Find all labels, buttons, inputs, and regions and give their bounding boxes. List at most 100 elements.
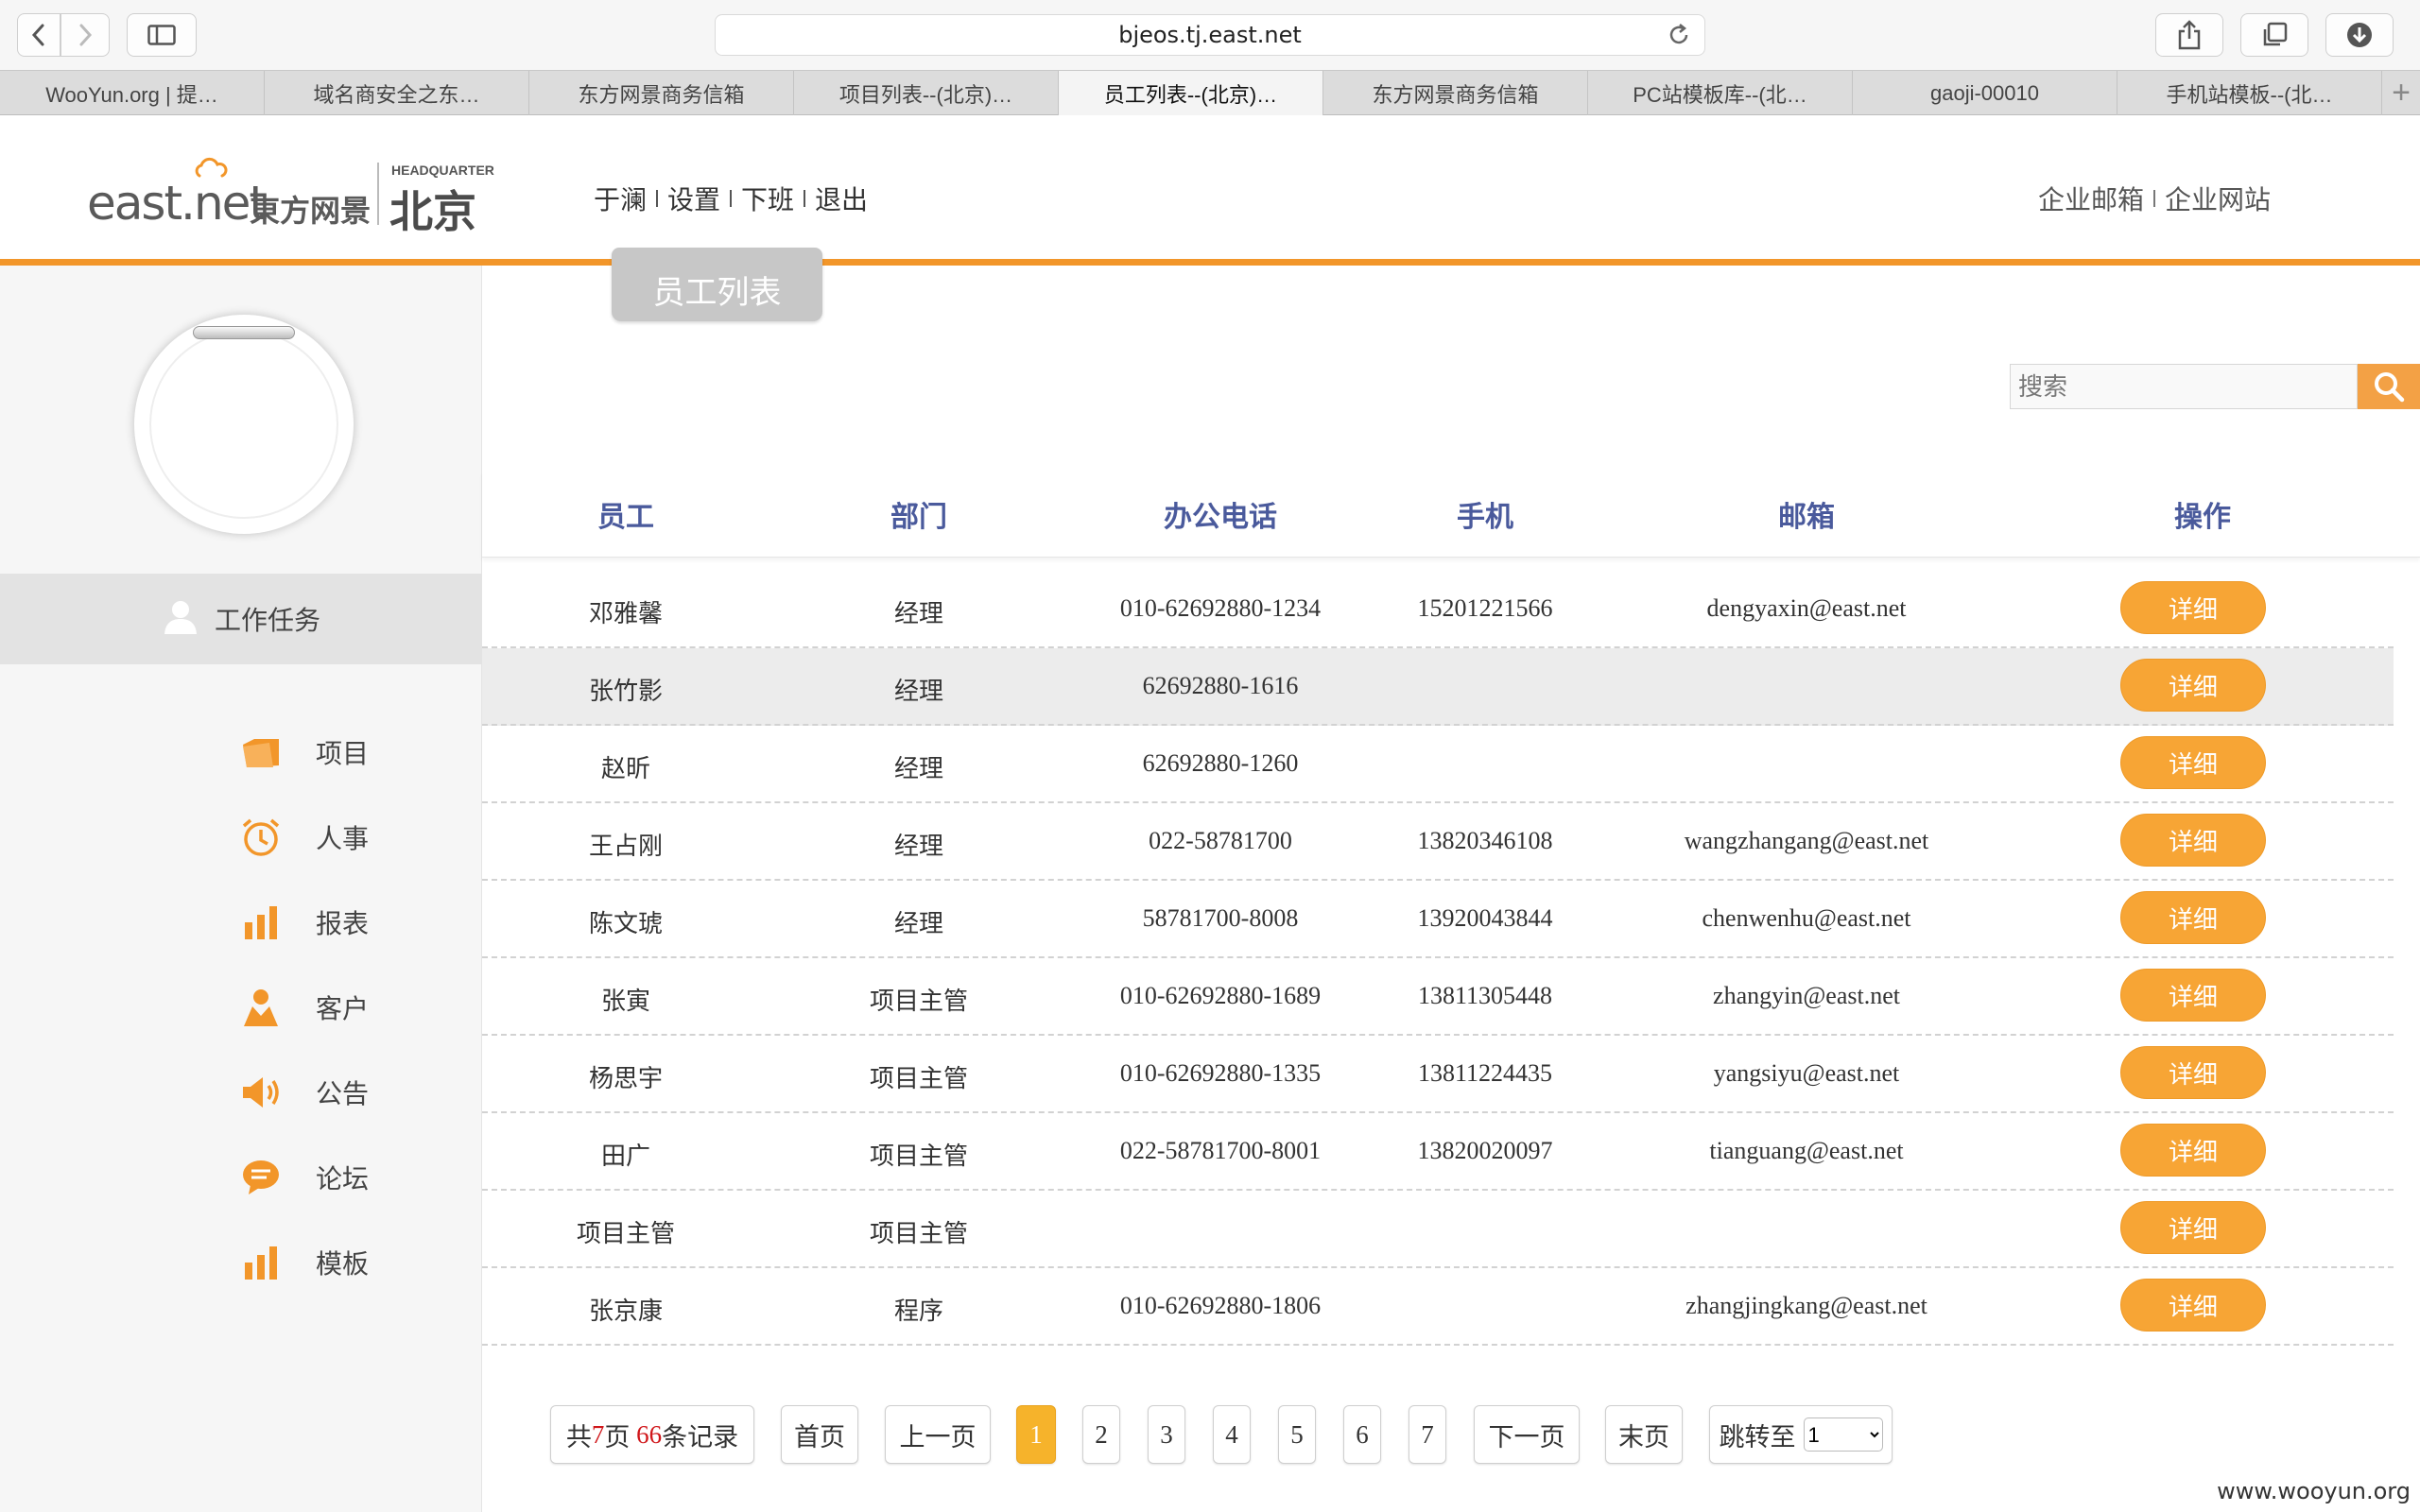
sidebar-toggle-button[interactable] [127, 13, 197, 57]
reload-icon[interactable] [1667, 23, 1691, 53]
nav-enterprise-mail[interactable]: 企业邮箱 [2029, 180, 2153, 217]
detail-button[interactable]: 详细 [2120, 659, 2266, 712]
browser-tab[interactable]: 东方网景商务信箱 [529, 71, 794, 115]
browser-tab[interactable]: gaoji-00010 [1853, 71, 2118, 115]
last-page-button[interactable]: 末页 [1605, 1405, 1683, 1464]
tabs-icon [2263, 22, 2288, 46]
nav-logout[interactable]: 退出 [805, 180, 877, 217]
cell-email: yangsiyu@east.net [1713, 1059, 1900, 1087]
cell-name: 田广 [600, 1143, 651, 1170]
detail-button[interactable]: 详细 [2120, 891, 2266, 944]
table-row[interactable]: 项目主管 项目主管 详细 [482, 1191, 2394, 1268]
tab-label: 域名商安全之东… [313, 82, 480, 107]
cell-name: 张竹影 [588, 678, 664, 705]
cell-email: zhangjingkang@east.net [1685, 1292, 1927, 1319]
cell-email: zhangyin@east.net [1713, 982, 1900, 1009]
nav-user[interactable]: 于澜 [594, 180, 656, 217]
site-logo[interactable]: east.net 東方网景 HEADQUARTER 北京 [87, 153, 494, 236]
table-row[interactable]: 赵昕 经理 62692880-1260 详细 [482, 726, 2394, 803]
browser-tab[interactable]: 项目列表--(北京)… [794, 71, 1059, 115]
page-button-4[interactable]: 4 [1213, 1405, 1251, 1464]
browser-toolbar: bjeos.tj.east.net [0, 0, 2420, 70]
search-box [2010, 364, 2420, 409]
header-accent-line [0, 259, 2420, 266]
back-button[interactable] [17, 13, 60, 57]
detail-button[interactable]: 详细 [2120, 969, 2266, 1022]
detail-button[interactable]: 详细 [2120, 1046, 2266, 1099]
search-input[interactable] [2010, 364, 2358, 409]
logo-brand: east.net [87, 176, 268, 231]
table-row[interactable]: 王占刚 经理 022-58781700 13820346108 wangzhan… [482, 803, 2394, 881]
new-tab-button[interactable]: + [2382, 71, 2420, 115]
nav-clock-out[interactable]: 下班 [732, 180, 804, 217]
detail-button[interactable]: 详细 [2120, 1201, 2266, 1254]
sidebar-item-hr[interactable]: 人事 [238, 795, 369, 880]
browser-tab[interactable]: 东方网景商务信箱 [1323, 71, 1588, 115]
cell-office-phone: 62692880-1616 [1142, 672, 1299, 699]
sidebar-item-templates[interactable]: 模板 [238, 1220, 369, 1305]
downloads-button[interactable] [2325, 13, 2394, 57]
nav-enterprise-site[interactable]: 企业网站 [2155, 180, 2271, 217]
first-page-button[interactable]: 首页 [781, 1405, 858, 1464]
table-row[interactable]: 邓雅馨 经理 010-62692880-1234 15201221566 den… [482, 571, 2394, 648]
table-row[interactable]: 张京康 程序 010-62692880-1806 zhangjingkang@e… [482, 1268, 2394, 1346]
page-jump-select[interactable]: 1 [1803, 1418, 1883, 1452]
nav-settings[interactable]: 设置 [658, 180, 730, 217]
page-button-1[interactable]: 1 [1016, 1405, 1056, 1464]
browser-tab[interactable]: WooYun.org | 提… [0, 71, 265, 115]
sidebar-item-forum[interactable]: 论坛 [238, 1135, 369, 1220]
detail-button[interactable]: 详细 [2120, 581, 2266, 634]
share-button[interactable] [2155, 13, 2223, 57]
cell-name: 张京康 [588, 1297, 664, 1325]
forward-button[interactable] [60, 13, 110, 57]
avatar[interactable] [134, 315, 354, 534]
prev-page-button[interactable]: 上一页 [885, 1405, 991, 1464]
folder-icon [238, 730, 284, 775]
site-header: east.net 東方网景 HEADQUARTER 北京 于澜 设置 下班 退出… [0, 115, 2420, 259]
sidebar-item-clients[interactable]: 客户 [238, 965, 369, 1050]
tabs-overview-button[interactable] [2240, 13, 2308, 57]
page-button-3[interactable]: 3 [1148, 1405, 1185, 1464]
page-button-5[interactable]: 5 [1278, 1405, 1316, 1464]
detail-button[interactable]: 详细 [2120, 814, 2266, 867]
sidebar-item-announcements[interactable]: 公告 [238, 1050, 369, 1135]
sidebar-item-label: 论坛 [316, 1164, 370, 1194]
chat-bubble-icon [238, 1155, 284, 1200]
cell-department: 项目主管 [869, 1143, 969, 1170]
cell-name: 项目主管 [576, 1220, 676, 1247]
cell-department: 经理 [893, 910, 944, 937]
table-row[interactable]: 田广 项目主管 022-58781700-8001 13820020097 ti… [482, 1113, 2394, 1191]
browser-tab[interactable]: 手机站模板--(北… [2118, 71, 2382, 115]
page-button-6[interactable]: 6 [1343, 1405, 1381, 1464]
browser-tab[interactable]: 域名商安全之东… [265, 71, 529, 115]
next-page-button[interactable]: 下一页 [1474, 1405, 1580, 1464]
browser-tab-active[interactable]: 员工列表--(北京)… [1059, 71, 1323, 115]
task-label: 工作任务 [214, 606, 320, 635]
sidebar-item-label: 公告 [316, 1079, 370, 1108]
detail-button[interactable]: 详细 [2120, 1279, 2266, 1332]
sidebar-item-projects[interactable]: 项目 [238, 710, 369, 795]
page-button-7[interactable]: 7 [1409, 1405, 1446, 1464]
sidebar-item-label: 项目 [316, 739, 370, 768]
tab-label: 员工列表--(北京)… [1103, 82, 1278, 107]
cell-mobile: 13920043844 [1417, 904, 1553, 932]
sidebar-task-header[interactable]: 工作任务 [0, 574, 482, 664]
sidebar-item-label: 客户 [316, 994, 370, 1023]
page-button-2[interactable]: 2 [1082, 1405, 1120, 1464]
summary-prefix: 共 [565, 1422, 592, 1452]
logo-cn: 東方网景 [250, 194, 372, 228]
table-row[interactable]: 张竹影 经理 62692880-1616 详细 [482, 648, 2394, 726]
table-row[interactable]: 杨思宇 项目主管 010-62692880-1335 13811224435 y… [482, 1036, 2394, 1113]
search-button[interactable] [2358, 364, 2420, 409]
watermark: www.wooyun.org [2217, 1478, 2411, 1504]
sidebar-item-reports[interactable]: 报表 [238, 880, 369, 965]
browser-tab[interactable]: PC站模板库--(北… [1588, 71, 1853, 115]
address-bar[interactable]: bjeos.tj.east.net [715, 14, 1705, 56]
detail-button[interactable]: 详细 [2120, 736, 2266, 789]
detail-button[interactable]: 详细 [2120, 1124, 2266, 1177]
sidebar: 工作任务 项目 人事 报表 客户 公告 论坛 模板 [0, 266, 482, 1512]
table-row[interactable]: 张寅 项目主管 010-62692880-1689 13811305448 zh… [482, 958, 2394, 1036]
table-row[interactable]: 陈文琥 经理 58781700-8008 13920043844 chenwen… [482, 881, 2394, 958]
page-jump: 跳转至 1 [1709, 1405, 1893, 1464]
megaphone-icon [238, 1070, 284, 1115]
